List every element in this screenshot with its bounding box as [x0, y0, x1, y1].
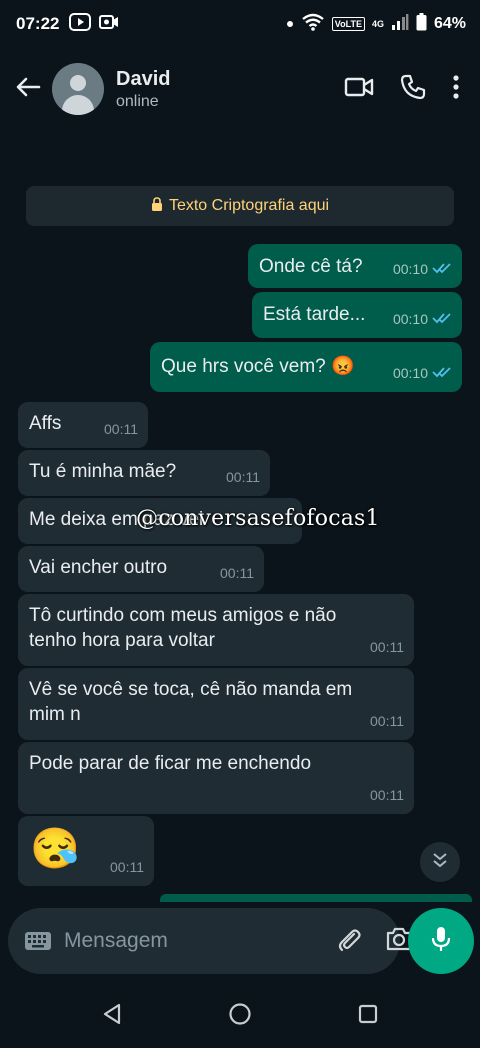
keyboard-icon[interactable] [24, 930, 52, 952]
message-incoming[interactable]: Pode parar de ficar me enchendo 00:11 [18, 742, 414, 814]
nav-home-icon [228, 1002, 252, 1031]
message-time: 00:11 [220, 565, 254, 581]
nav-home-button[interactable] [222, 998, 258, 1034]
message-incoming[interactable]: Vê se você se toca, cê não manda em mim … [18, 668, 414, 740]
message-outgoing[interactable]: Está tarde... 00:10 [252, 292, 462, 338]
chat-header: David online [0, 48, 480, 130]
watermark: @conversasefofocas1 [136, 506, 380, 531]
header-actions [344, 74, 460, 105]
contact-name: David [116, 67, 171, 90]
message-input[interactable] [64, 929, 335, 953]
nav-recents-icon [357, 1003, 379, 1030]
contact-info[interactable]: David online [116, 68, 170, 111]
message-text: Tô curtindo com meus amigos e não tenho … [29, 605, 337, 651]
wifi-icon [301, 13, 325, 36]
message-text: Tu é minha mãe? [29, 461, 177, 482]
read-receipt-icon [432, 361, 452, 386]
message-text: Que hrs você vem? 😡 [161, 356, 355, 377]
avatar[interactable] [52, 63, 104, 115]
message-meta: 00:10 [393, 257, 452, 282]
read-receipt-icon [432, 307, 452, 332]
message-text: Onde cê tá? [259, 256, 363, 277]
status-time: 07:22 [16, 14, 60, 33]
youtube-icon [69, 12, 92, 36]
phone-icon [400, 74, 426, 105]
status-right: VoLTE 4G 64% [286, 12, 466, 36]
message-incoming[interactable]: Vai encher outro 00:11 [18, 546, 264, 592]
video-call-icon [344, 76, 374, 103]
encryption-notice[interactable]: Texto Criptografia aqui [26, 186, 454, 226]
nav-back-button[interactable] [94, 998, 130, 1034]
composer [8, 908, 412, 974]
back-arrow-icon [15, 76, 41, 103]
partial-message-bubble [160, 894, 472, 902]
back-button[interactable] [6, 67, 50, 111]
dot-icon [286, 15, 294, 33]
battery-icon [416, 12, 427, 36]
screen-record-icon [99, 13, 119, 36]
message-outgoing[interactable]: Que hrs você vem? 😡 00:10 [150, 342, 462, 392]
lock-icon [151, 196, 163, 216]
message-text: Vai encher outro [29, 557, 168, 578]
message-time: 00:11 [110, 859, 144, 875]
double-chevron-down-icon [431, 851, 449, 874]
voice-call-button[interactable] [400, 74, 426, 105]
message-incoming[interactable]: Affs 00:11 [18, 402, 148, 448]
more-vert-icon [452, 74, 460, 105]
nav-back-icon [102, 1003, 122, 1030]
volte-badge: VoLTE [331, 17, 365, 31]
signal-icon [391, 13, 409, 36]
video-call-button[interactable] [344, 76, 374, 103]
message-time: 00:10 [392, 261, 428, 277]
message-time: 00:10 [392, 311, 428, 327]
message-outgoing[interactable]: Onde cê tá? 00:10 [248, 244, 462, 288]
composer-icons [335, 925, 413, 958]
message-time: 00:11 [226, 469, 260, 485]
message-text: Vê se você se toca, cê não manda em mim … [29, 679, 353, 725]
message-time: 00:11 [370, 713, 404, 729]
network-type: 4G [371, 18, 384, 29]
contact-status: online [116, 92, 159, 110]
battery-percent: 64% [433, 15, 466, 32]
message-time: 00:11 [104, 421, 138, 437]
system-nav-bar [0, 984, 480, 1048]
status-left-icons [69, 12, 119, 36]
status-bar: 07:22 VoLTE 4G 64% [0, 0, 480, 48]
chat-area[interactable]: Texto Criptografia aqui Onde cê tá? 00:1… [0, 130, 480, 908]
more-options-button[interactable] [452, 74, 460, 105]
message-time: 00:11 [370, 787, 404, 803]
mic-button[interactable] [408, 908, 474, 974]
mic-icon [430, 925, 452, 958]
nav-recents-button[interactable] [350, 998, 386, 1034]
message-meta: 00:10 [393, 361, 452, 386]
message-incoming[interactable]: 😪 00:11 [18, 816, 154, 886]
message-time: 00:11 [370, 639, 404, 655]
message-text: Affs [29, 413, 62, 434]
message-time: 00:10 [392, 365, 428, 381]
message-meta: 00:10 [393, 307, 452, 332]
message-emoji: 😪 [30, 827, 80, 871]
scroll-to-bottom-button[interactable] [420, 842, 460, 882]
encryption-text: Texto Criptografia aqui [168, 197, 330, 214]
message-text: Está tarde... [263, 304, 366, 325]
read-receipt-icon [432, 257, 452, 282]
message-incoming[interactable]: Tu é minha mãe? 00:11 [18, 450, 270, 496]
message-text: Pode parar de ficar me enchendo [29, 753, 312, 774]
attach-icon[interactable] [335, 925, 363, 958]
message-incoming[interactable]: Tô curtindo com meus amigos e não tenho … [18, 594, 414, 666]
